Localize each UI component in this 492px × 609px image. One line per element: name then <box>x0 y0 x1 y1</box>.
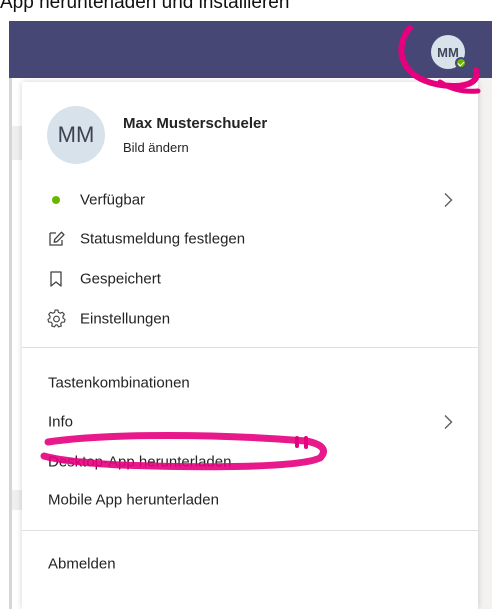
menu-item-sign-out[interactable]: Abmelden <box>22 547 478 581</box>
app-background-right <box>478 78 492 609</box>
profile-name: Max Musterschueler <box>123 115 268 132</box>
chevron-right-icon <box>444 415 453 429</box>
menu-item-saved[interactable]: Gespeichert <box>22 262 478 296</box>
menu-item-label: Info <box>48 413 74 431</box>
menu-item-download-desktop-app[interactable]: Desktop-App herunterladen <box>22 445 478 479</box>
menu-item-keyboard-shortcuts[interactable]: Tastenkombinationen <box>22 366 478 400</box>
page-caption: App herunterladen und installieren <box>0 0 290 13</box>
menu-item-availability[interactable]: Verfügbar <box>22 183 478 217</box>
menu-item-download-mobile-app[interactable]: Mobile App herunterladen <box>22 483 478 517</box>
gear-icon <box>47 309 66 328</box>
menu-item-info[interactable]: Info <box>22 405 478 439</box>
menu-item-label: Mobile App herunterladen <box>48 491 219 509</box>
app-header <box>9 21 492 78</box>
menu-divider <box>22 530 478 531</box>
menu-item-label: Tastenkombinationen <box>48 374 190 392</box>
menu-item-set-status-message[interactable]: Statusmeldung festlegen <box>22 222 478 256</box>
menu-item-label: Statusmeldung festlegen <box>80 230 246 248</box>
profile-avatar[interactable]: MM <box>47 106 105 164</box>
bookmark-icon <box>50 271 62 287</box>
app-background-strip <box>12 126 22 160</box>
menu-item-label: Gespeichert <box>80 270 161 288</box>
available-status-icon <box>52 196 60 204</box>
menu-divider <box>22 347 478 348</box>
menu-item-label: Desktop-App herunterladen <box>48 453 232 471</box>
menu-item-settings[interactable]: Einstellungen <box>22 302 478 336</box>
chevron-right-icon <box>444 193 453 207</box>
menu-item-label: Einstellungen <box>80 310 171 328</box>
menu-item-label: Verfügbar <box>80 191 146 209</box>
available-status-icon <box>455 57 467 69</box>
edit-icon <box>49 231 65 246</box>
change-picture-link[interactable]: Bild ändern <box>123 140 189 155</box>
app-background-strip <box>12 490 22 510</box>
menu-item-label: Abmelden <box>48 555 116 573</box>
